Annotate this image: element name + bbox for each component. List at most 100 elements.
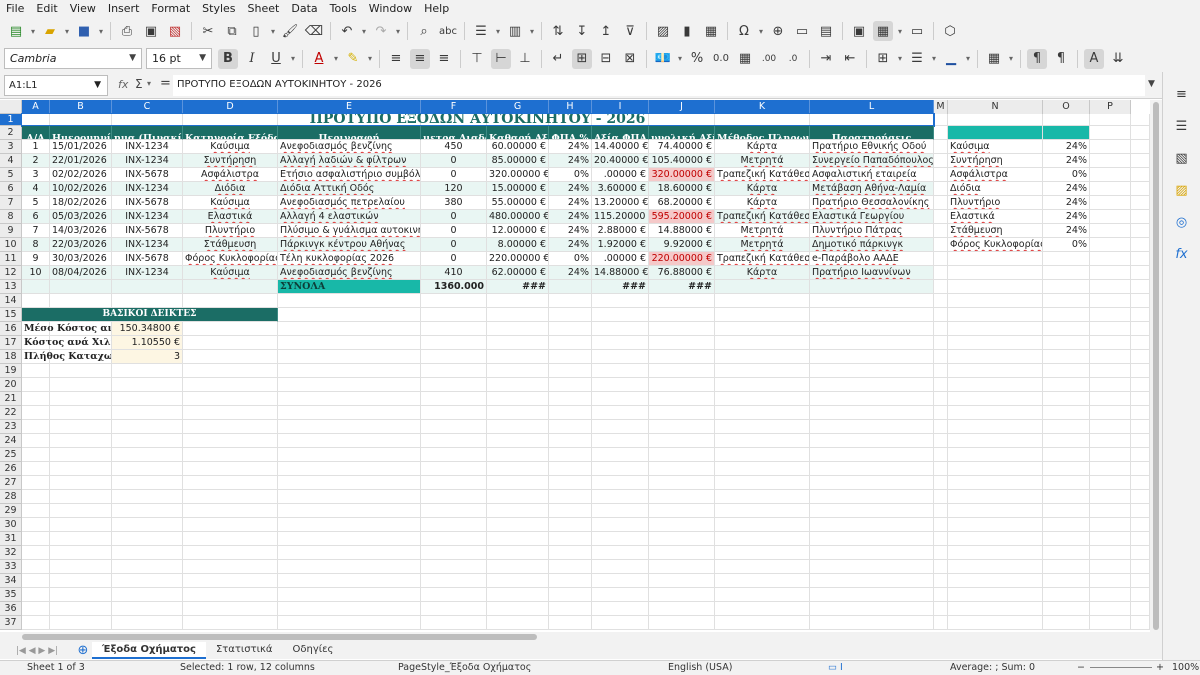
grid-cell[interactable] xyxy=(934,196,948,210)
grid-cell[interactable] xyxy=(278,378,421,392)
freeze-dropdown-icon[interactable]: ▾ xyxy=(896,21,904,41)
grid-cell[interactable] xyxy=(934,420,948,434)
text-direction-icon[interactable]: A xyxy=(1084,48,1104,69)
grid-cell[interactable] xyxy=(1090,196,1131,210)
totals-cell[interactable] xyxy=(715,280,810,294)
data-cell[interactable]: INX-1234 xyxy=(112,182,183,196)
data-cell[interactable]: Πρατήριο Ιωαννίνων xyxy=(810,266,934,280)
grid-cell[interactable] xyxy=(278,532,421,546)
vat-category[interactable]: Πλυντήριο xyxy=(948,196,1043,210)
grid-cell[interactable] xyxy=(592,560,649,574)
header-12[interactable]: Παρατηρήσεις xyxy=(810,126,934,140)
row-header-3[interactable]: 3 xyxy=(0,140,22,154)
column-header-o[interactable]: O xyxy=(1043,100,1090,114)
conditional-format-icon[interactable]: ▦ xyxy=(984,49,1004,69)
horizontal-scroll-thumb[interactable] xyxy=(22,634,537,640)
data-cell[interactable]: 0 xyxy=(421,252,487,266)
data-cell[interactable]: 02/02/2026 xyxy=(50,168,112,182)
column-header-n[interactable]: N xyxy=(948,100,1043,114)
grid-cell[interactable] xyxy=(810,504,934,518)
grid-cell[interactable] xyxy=(50,616,112,630)
grid-cell[interactable] xyxy=(810,588,934,602)
totals-net[interactable]: ### xyxy=(487,280,549,294)
grid-cell[interactable] xyxy=(50,504,112,518)
show-draw-functions-icon[interactable]: ⬡ xyxy=(940,21,960,41)
grid-cell[interactable] xyxy=(934,154,948,168)
grid-cell[interactable] xyxy=(112,420,183,434)
row-header-12[interactable]: 12 xyxy=(0,266,22,280)
grid-cell[interactable] xyxy=(549,420,592,434)
grid-cell[interactable] xyxy=(948,364,1043,378)
grid-cell[interactable] xyxy=(715,308,810,322)
open-icon[interactable]: ▰ xyxy=(40,21,60,41)
grid-cell[interactable] xyxy=(1043,434,1090,448)
vat-category[interactable]: Ασφάλιστρα xyxy=(948,168,1043,182)
grid-cell[interactable] xyxy=(487,448,549,462)
grid-cell[interactable] xyxy=(487,322,549,336)
grid-cell[interactable] xyxy=(549,322,592,336)
vat-category[interactable]: Συντήρηση xyxy=(948,154,1043,168)
number-format-icon[interactable]: 0.0 xyxy=(711,49,731,69)
grid-cell[interactable] xyxy=(934,406,948,420)
grid-cell[interactable] xyxy=(715,364,810,378)
grid-cell[interactable] xyxy=(715,532,810,546)
data-cell[interactable]: Δημοτικό πάρκινγκ xyxy=(810,238,934,252)
grid-cell[interactable] xyxy=(22,602,50,616)
grid-cell[interactable] xyxy=(1131,616,1150,630)
grid-cell[interactable] xyxy=(649,336,715,350)
grid-cell[interactable] xyxy=(1131,574,1150,588)
grid-cell[interactable] xyxy=(1131,182,1150,196)
grid-cell[interactable] xyxy=(22,378,50,392)
data-cell[interactable]: Ανεφοδιασμός βενζίνης xyxy=(278,266,421,280)
grid-cell[interactable] xyxy=(278,448,421,462)
chevron-down-icon[interactable]: ▼ xyxy=(94,76,101,95)
data-cell[interactable]: Τραπεζική Κατάθεση xyxy=(715,252,810,266)
grid-cell[interactable] xyxy=(549,308,592,322)
hyperlink-icon[interactable]: ⊕ xyxy=(768,21,788,41)
vat-category[interactable]: Ελαστικά xyxy=(948,210,1043,224)
grid-cell[interactable] xyxy=(1131,406,1150,420)
grid-cell[interactable] xyxy=(487,336,549,350)
grid-cell[interactable] xyxy=(934,574,948,588)
data-cell[interactable]: Αλλαγή λαδιών & φίλτρων xyxy=(278,154,421,168)
grid-cell[interactable] xyxy=(487,350,549,364)
grid-cell[interactable] xyxy=(649,392,715,406)
data-cell[interactable]: 115.20000 € xyxy=(592,210,649,224)
row-header-17[interactable]: 17 xyxy=(0,336,22,350)
grid-cell[interactable] xyxy=(1043,490,1090,504)
data-cell[interactable]: Αλλαγή 4 ελαστικών xyxy=(278,210,421,224)
grid-cell[interactable] xyxy=(1043,518,1090,532)
grid-cell[interactable] xyxy=(22,546,50,560)
grid-cell[interactable] xyxy=(549,560,592,574)
grid-cell[interactable] xyxy=(1090,504,1131,518)
grid-cell[interactable] xyxy=(50,574,112,588)
vertical-scrollbar[interactable] xyxy=(1150,100,1162,632)
vertical-scroll-thumb[interactable] xyxy=(1153,102,1159,630)
grid-cell[interactable] xyxy=(715,322,810,336)
selection-mode-icon[interactable]: ▭ I xyxy=(828,662,843,673)
grid-cell[interactable] xyxy=(22,392,50,406)
grid-cell[interactable] xyxy=(278,560,421,574)
grid-cell[interactable] xyxy=(278,462,421,476)
data-cell[interactable]: 15.00000 € xyxy=(487,182,549,196)
vat-percent[interactable]: 24% xyxy=(1043,210,1090,224)
grid-cell[interactable] xyxy=(183,336,278,350)
header-11[interactable]: Μέθοδος Πληρωμή xyxy=(715,126,810,140)
vat-percent[interactable]: 0% xyxy=(1043,168,1090,182)
grid-cell[interactable] xyxy=(934,322,948,336)
grid-cell[interactable] xyxy=(278,546,421,560)
grid-cell[interactable] xyxy=(810,350,934,364)
grid-cell[interactable] xyxy=(810,574,934,588)
grid-cell[interactable] xyxy=(183,504,278,518)
row-header-2[interactable]: 2 xyxy=(0,126,22,140)
grid-cell[interactable] xyxy=(50,462,112,476)
grid-cell[interactable] xyxy=(1043,588,1090,602)
percent-icon[interactable]: % xyxy=(687,49,707,69)
grid-cell[interactable] xyxy=(649,350,715,364)
data-cell[interactable]: 2 xyxy=(22,154,50,168)
grid-cell[interactable] xyxy=(50,560,112,574)
vat-percent[interactable]: 24% xyxy=(1043,140,1090,154)
headers-footers-icon[interactable]: ▤ xyxy=(816,21,836,41)
data-cell[interactable]: 24% xyxy=(549,196,592,210)
sum-dropdown-icon[interactable]: ▾ xyxy=(147,79,151,88)
